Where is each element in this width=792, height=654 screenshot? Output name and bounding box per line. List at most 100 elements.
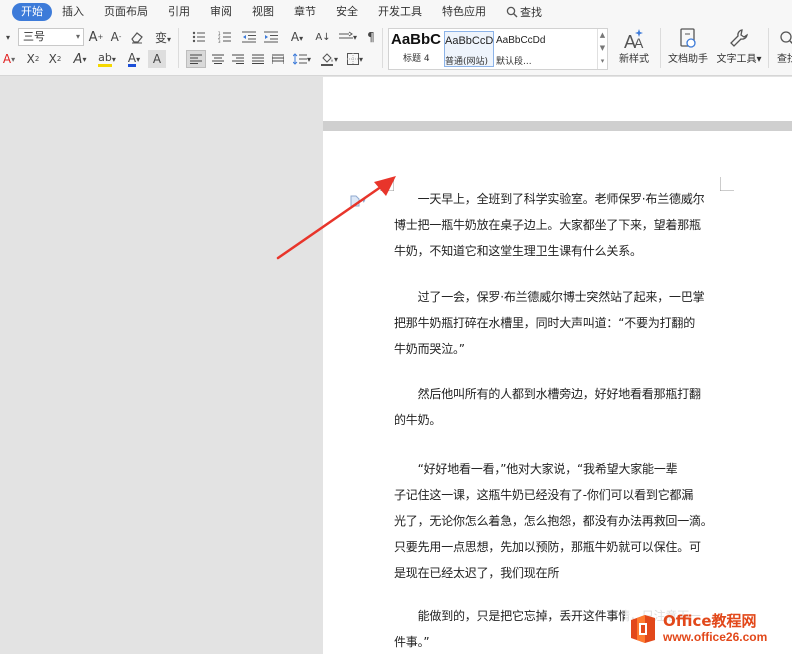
watermark-url: www.office26.com <box>663 629 768 644</box>
chinese-layout-icon: A▾ <box>290 30 304 44</box>
text-line: 然后他叫所有的人都到水槽旁边，好好地看看那瓶打翻 <box>394 387 701 401</box>
paragraph-4: “好好地看一看，”他对大家说，“我希望大家能一辈 子记住这一课，这瓶牛奶已经没有… <box>394 456 724 586</box>
tab-developer[interactable]: 开发工具 <box>368 3 432 21</box>
clear-format-button[interactable] <box>128 28 146 46</box>
highlight-button[interactable]: ab ▾ <box>94 50 120 68</box>
bullet-list-icon <box>192 31 205 43</box>
find-replace-button[interactable]: 查找 <box>772 28 792 65</box>
tab-review[interactable]: 审阅 <box>200 3 242 21</box>
text-line: “好好地看一看，”他对大家说，“我希望大家能一辈 <box>394 462 678 476</box>
shading-button[interactable]: ▾ <box>316 50 342 68</box>
align-right-button[interactable] <box>228 50 248 68</box>
align-center-button[interactable] <box>208 50 228 68</box>
font-size-select[interactable]: 三号 ▾ <box>18 28 84 46</box>
tab-page-layout[interactable]: 页面布局 <box>94 3 158 21</box>
paragraph-3: 然后他叫所有的人都到水槽旁边，好好地看看那瓶打翻 的牛奶。 <box>394 381 724 433</box>
style-default-paragraph[interactable]: AaBbCcDd 默认段... <box>496 31 586 67</box>
paint-bucket-icon <box>320 52 333 66</box>
decrease-indent-button[interactable] <box>240 28 258 46</box>
tab-special[interactable]: 特色应用 <box>432 3 496 21</box>
find-icon <box>780 31 792 45</box>
numbering-button[interactable]: 123 <box>214 28 236 46</box>
chevron-down-icon[interactable]: ▼ <box>598 42 607 55</box>
phonetic-guide-button[interactable]: 变▾ <box>150 28 176 46</box>
line-spacing-icon <box>292 53 307 65</box>
document-assistant-icon <box>680 28 696 48</box>
new-style-icon: AA <box>624 29 644 50</box>
font-effect-button[interactable]: A ▾ <box>0 50 18 68</box>
svg-text:3: 3 <box>218 39 221 43</box>
superscript-button[interactable]: X2 <box>24 50 42 68</box>
text-line: 子记住这一课，这瓶牛奶已经没有了-你们可以看到它都漏 <box>394 488 694 502</box>
distributed-button[interactable] <box>268 50 288 68</box>
align-right-icon <box>232 54 244 64</box>
ribbon-separator <box>660 28 661 68</box>
search-command[interactable]: 查找 <box>496 4 552 20</box>
text-tools-button[interactable]: 文字工具▾ <box>714 28 764 65</box>
align-left-icon <box>190 54 202 64</box>
bullets-button[interactable] <box>188 28 210 46</box>
find-label: 查找 <box>777 54 792 65</box>
expand-gallery-icon[interactable]: ▾ <box>598 55 607 68</box>
document-area[interactable]: ▾ 一天早上，全班到了科学实验室。老师保罗·布兰德威尔 博士把一瓶牛奶放在桌子边… <box>0 77 792 654</box>
increase-indent-button[interactable] <box>262 28 280 46</box>
search-label: 查找 <box>520 6 542 19</box>
text-line: 过了一会，保罗·布兰德威尔博士突然站了起来，一巴掌 <box>394 290 705 304</box>
ribbon-separator <box>178 28 179 68</box>
font-color-button[interactable]: A ▾ <box>122 50 146 68</box>
chinese-layout-button[interactable]: A▾ <box>284 28 310 46</box>
paragraph-mark-icon <box>338 31 353 39</box>
tab-view[interactable]: 视图 <box>242 3 284 21</box>
font-name-dropdown[interactable]: ▾ <box>0 28 16 46</box>
justify-button[interactable] <box>248 50 268 68</box>
style-sample: AaBbC <box>391 31 442 48</box>
style-gallery: AaBbC 标题 4 AaBbCcD 普通(网站) AaBbCcDd 默认段..… <box>388 28 608 70</box>
style-sample: AaBbCcDd <box>496 35 546 46</box>
tab-security[interactable]: 安全 <box>326 3 368 21</box>
grow-font-button[interactable]: A + <box>88 28 104 46</box>
phonetic-icon: 变▾ <box>154 30 172 45</box>
tab-insert[interactable]: 插入 <box>52 3 94 21</box>
border-grid-icon <box>346 53 359 65</box>
sort-button[interactable]: A↓ <box>314 28 332 46</box>
borders-button[interactable]: ▾ <box>342 50 368 68</box>
style-normal-web[interactable]: AaBbCcD 普通(网站) <box>444 31 494 67</box>
sort-icon: A↓ <box>315 31 331 43</box>
text-effect-button[interactable]: A ▾ <box>68 50 92 68</box>
align-center-icon <box>212 54 224 64</box>
chevron-up-icon[interactable]: ▲ <box>598 29 607 42</box>
text-line: 是现在已经太迟了，我们现在所 <box>394 566 560 580</box>
text-line: 光了，无论你怎么着急，怎么抱怨，都没有办法再救回一滴。 <box>394 514 713 528</box>
ribbon-toolbar: ▾ 三号 ▾ A + A- 变▾ A ▾ X2 X2 A ▾ ab ▾ A ▾ A 123… <box>0 24 792 76</box>
gallery-scroll[interactable]: ▲ ▼ ▾ <box>597 29 607 69</box>
style-label: 标题 4 <box>403 54 430 64</box>
subscript-button[interactable]: X2 <box>46 50 64 68</box>
text-line: 把那牛奶瓶打碎在水槽里，同时大声叫道：“不要为打翻的 <box>394 316 696 330</box>
style-sample: AaBbCcD <box>445 35 494 47</box>
doc-assistant-label: 文档助手 <box>668 54 708 65</box>
text-line: 一天早上，全班到了科学实验室。老师保罗·布兰德威尔 <box>394 192 705 206</box>
text-line: 博士把一瓶牛奶放在桌子边上。大家都坐了下来，望着那瓶 <box>394 218 701 232</box>
tab-chapter[interactable]: 章节 <box>284 3 326 21</box>
tab-references[interactable]: 引用 <box>158 3 200 21</box>
paragraph-1: 一天早上，全班到了科学实验室。老师保罗·布兰德威尔 博士把一瓶牛奶放在桌子边上。… <box>394 186 724 264</box>
line-spacing-button[interactable]: ▾ <box>290 50 314 68</box>
previous-page[interactable] <box>323 77 792 121</box>
new-style-button[interactable]: AA 新样式 <box>612 28 656 65</box>
shrink-font-button[interactable]: A- <box>108 28 124 46</box>
highlight-icon: ab <box>98 51 112 67</box>
outdent-icon <box>242 31 256 43</box>
pilcrow-button[interactable]: ¶ <box>362 28 380 46</box>
tab-home[interactable]: 开始 <box>12 3 52 21</box>
show-hide-button[interactable]: ▾ <box>336 28 360 46</box>
doc-assistant-button[interactable]: 文档助手 <box>664 28 712 65</box>
paragraph-2: 过了一会，保罗·布兰德威尔博士突然站了起来，一巴掌 把那牛奶瓶打碎在水槽里，同时… <box>394 284 724 362</box>
numbered-list-icon: 123 <box>218 31 231 43</box>
annotation-arrow <box>276 176 396 260</box>
font-size-value: 三号 <box>23 30 45 43</box>
eraser-icon <box>131 32 143 44</box>
align-left-button[interactable] <box>186 50 206 68</box>
style-heading-4[interactable]: AaBbC 标题 4 <box>391 31 445 67</box>
ribbon-separator <box>768 28 769 68</box>
character-shading-button[interactable]: A <box>148 50 166 68</box>
